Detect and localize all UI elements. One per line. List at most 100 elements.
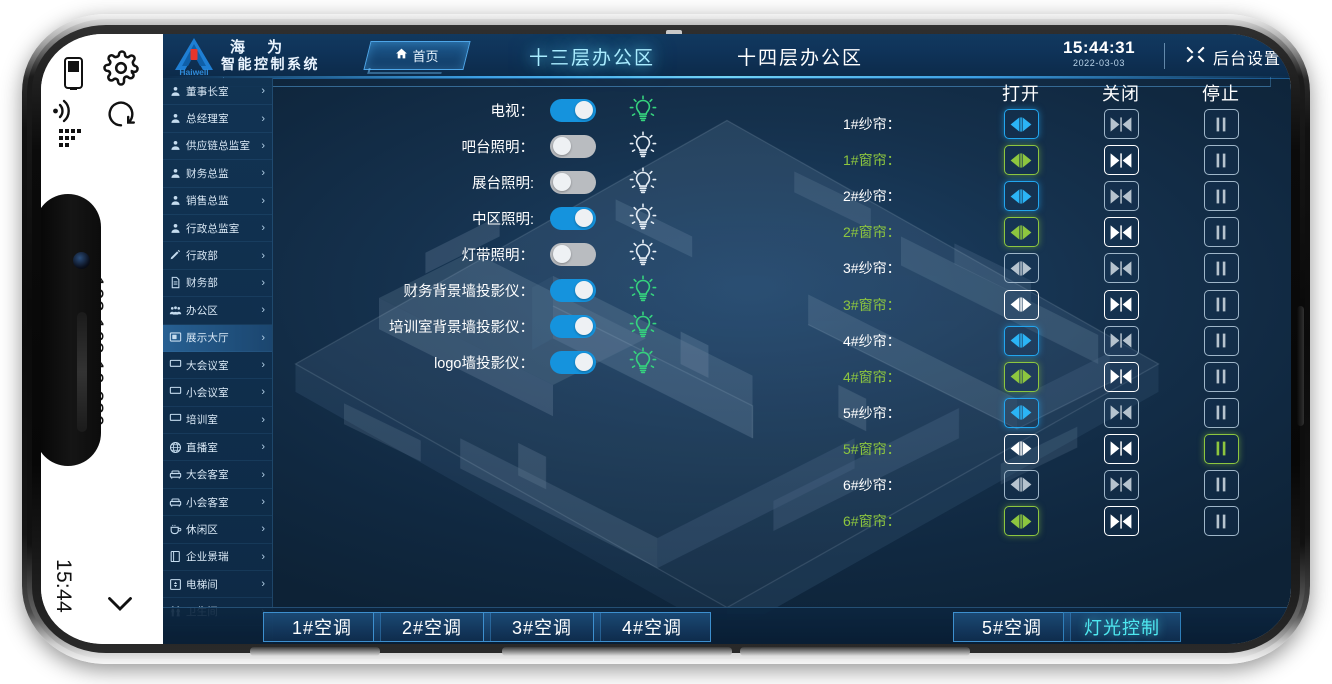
curtain-stop-button[interactable]: [1203, 289, 1239, 320]
curtain-stop-button[interactable]: [1203, 181, 1239, 212]
curtain-open-button[interactable]: [1003, 289, 1039, 320]
curtain-stop-button[interactable]: [1203, 325, 1239, 356]
toggle-knob: [575, 353, 593, 371]
sidebar-item-17[interactable]: 休闲区 ›: [163, 516, 272, 544]
curtain-close-button[interactable]: [1103, 469, 1139, 500]
sidebar-item-2[interactable]: 总经理室 ›: [163, 105, 272, 133]
chevron-down-icon[interactable]: [99, 582, 141, 624]
light-toggle-switch[interactable]: [550, 314, 596, 338]
light-label: 展台照明:: [471, 175, 534, 192]
sidebar-item-5[interactable]: 销售总监 ›: [163, 188, 272, 215]
curtain-open-button[interactable]: [1003, 253, 1039, 284]
sidebar-item-8[interactable]: 财务部 ›: [163, 270, 272, 298]
sidebar-item-18[interactable]: 企业景瑞 ›: [163, 544, 272, 572]
sidebar-item-19[interactable]: 电梯间 ›: [163, 571, 272, 599]
sidebar-item-14[interactable]: 直播室 ›: [163, 434, 272, 462]
phone-bottom-button-2[interactable]: [502, 647, 732, 656]
gear-icon[interactable]: [101, 48, 141, 88]
curtain-stop-cell: [1171, 217, 1271, 248]
tab-floor-13[interactable]: 十三层办公区: [529, 43, 655, 70]
bottom-button-left-2[interactable]: 2#空调: [373, 612, 491, 642]
sidebar-item-15[interactable]: 大会客室 ›: [163, 461, 272, 489]
phone-bottom-button-3[interactable]: [740, 647, 970, 656]
curtain-close-button[interactable]: [1103, 253, 1139, 284]
bottom-button-right-2[interactable]: 灯光控制: [1063, 612, 1181, 642]
curtain-open-button[interactable]: [1003, 397, 1039, 428]
light-toggle-switch[interactable]: [550, 350, 596, 374]
backend-settings-button[interactable]: 后台设置: [1185, 44, 1281, 70]
sidebar-item-label: 企业景瑞: [186, 551, 229, 564]
curtain-open-button[interactable]: [1003, 181, 1039, 212]
bottom-button-left-1[interactable]: 1#空调: [263, 612, 381, 642]
bottom-button-left-4[interactable]: 4#空调: [593, 612, 711, 642]
phone-bottom-button-1[interactable]: [250, 647, 380, 656]
chevron-right-icon: ›: [261, 578, 265, 591]
sidebar-item-3[interactable]: 供应链总监室 ›: [163, 133, 272, 161]
sidebar-item-6[interactable]: 行政总监室 ›: [163, 215, 272, 243]
curtain-open-cell: [971, 109, 1071, 140]
curtain-close-button[interactable]: [1103, 506, 1139, 537]
sidebar-item-7[interactable]: 行政部 ›: [163, 242, 272, 270]
curtain-stop-button[interactable]: [1203, 469, 1239, 500]
sidebar-item-9[interactable]: 办公区 ›: [163, 297, 272, 325]
light-toggle-switch[interactable]: [550, 278, 596, 302]
curtain-open-button[interactable]: [1003, 506, 1039, 537]
curtain-close-button[interactable]: [1103, 325, 1139, 356]
light-toggle-switch[interactable]: [550, 170, 596, 194]
curtain-close-button[interactable]: [1103, 181, 1139, 212]
curtain-close-button[interactable]: [1103, 289, 1139, 320]
sidebar-item-4[interactable]: 财务总监 ›: [163, 160, 272, 188]
curtain-stop-button[interactable]: [1203, 109, 1239, 140]
sofa-icon: [169, 468, 182, 481]
sidebar-item-1[interactable]: 董事长室 ›: [163, 78, 272, 106]
curtain-close-button[interactable]: [1103, 145, 1139, 176]
curtain-stop-button[interactable]: [1203, 145, 1239, 176]
chevron-right-icon: ›: [261, 85, 265, 98]
sidebar-item-16[interactable]: 小会客室 ›: [163, 489, 272, 517]
curtain-close-button[interactable]: [1103, 397, 1139, 428]
sidebar-item-13[interactable]: 培训室 ›: [163, 407, 272, 435]
curtain-open-button[interactable]: [1003, 433, 1039, 464]
curtain-stop-button[interactable]: [1203, 397, 1239, 428]
curtain-stop-button[interactable]: [1203, 253, 1239, 284]
curtain-stop-button[interactable]: [1203, 433, 1239, 464]
clock-widget: 15:44:31 2022-03-03: [1047, 37, 1151, 68]
wrench-icon: [1185, 44, 1206, 70]
curtain-close-button[interactable]: [1103, 109, 1139, 140]
curtain-close-button[interactable]: [1103, 433, 1139, 464]
curtain-open-button[interactable]: [1003, 361, 1039, 392]
curtain-stop-button[interactable]: [1203, 217, 1239, 248]
curtain-stop-cell: [1171, 181, 1271, 212]
curtain-close-button[interactable]: [1103, 217, 1139, 248]
refresh-icon[interactable]: [103, 96, 139, 132]
status-time-label: 15:44: [52, 558, 75, 614]
curtain-open-button[interactable]: [1003, 109, 1039, 140]
sidebar-item-label: 直播室: [186, 441, 219, 454]
curtain-open-button[interactable]: [1003, 217, 1039, 248]
curtain-open-button[interactable]: [1003, 145, 1039, 176]
home-tab-button[interactable]: 首页: [363, 41, 471, 70]
bottom-button-left-3[interactable]: 3#空调: [483, 612, 601, 642]
curtain-row-11: 6#纱帘：: [837, 467, 1283, 503]
curtain-open-button[interactable]: [1003, 325, 1039, 356]
sidebar-item-12[interactable]: 小会议室 ›: [163, 379, 272, 407]
light-row-7: 培训室背景墙投影仪：: [272, 308, 692, 344]
sidebar-item-10[interactable]: 展示大厅 ›: [163, 324, 272, 352]
curtain-open-button[interactable]: [1003, 469, 1039, 500]
curtain-close-button[interactable]: [1103, 361, 1139, 392]
sidebar-item-11[interactable]: 大会议室 ›: [163, 352, 272, 380]
phone-side-button[interactable]: [1297, 306, 1304, 426]
tab-floor-14[interactable]: 十四层办公区: [737, 43, 863, 70]
curtain-stop-button[interactable]: [1203, 506, 1239, 537]
light-toggle-switch[interactable]: [550, 206, 596, 230]
curtain-close-cell: [1071, 325, 1171, 356]
light-toggle-switch[interactable]: [550, 134, 596, 158]
curtain-stop-button[interactable]: [1203, 361, 1239, 392]
column-header-stop: 停止: [1202, 84, 1240, 104]
display-icon: [169, 331, 182, 344]
curtain-stop-cell: [1171, 325, 1271, 356]
bottom-button-right-1[interactable]: 5#空调: [953, 612, 1071, 642]
light-toggle-switch[interactable]: [550, 98, 596, 122]
light-toggle-switch[interactable]: [550, 242, 596, 266]
bulb-off-icon: [626, 130, 660, 162]
